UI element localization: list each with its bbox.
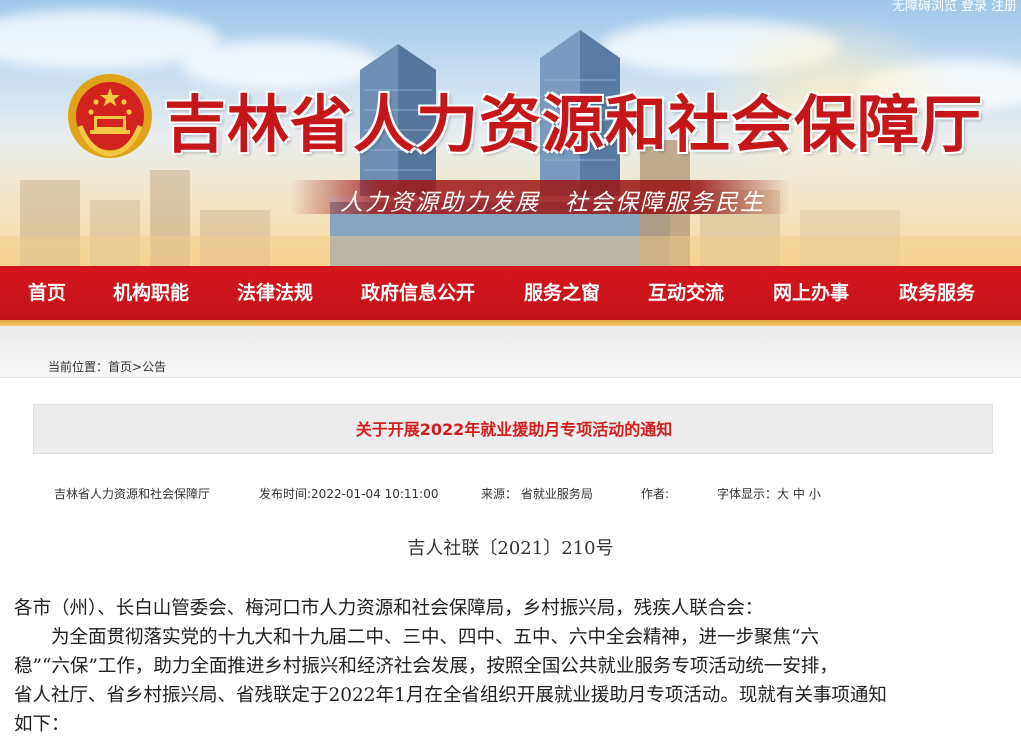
font-size-large-button[interactable]: 大 [777, 487, 789, 501]
font-size-medium-button[interactable]: 中 [793, 487, 805, 501]
nav-item-interaction[interactable]: 互动交流 [648, 266, 724, 322]
site-title: 吉林省人力资源和社会保障厅 [164, 88, 984, 161]
article-title-box: 关于开展2022年就业援助月专项活动的通知 [33, 404, 993, 454]
author-label: 作者: [641, 487, 670, 501]
article-title: 关于开展2022年就业援助月专项活动的通知 [355, 420, 673, 439]
publisher-label: 吉林省人力资源和社会保障厅 [54, 487, 211, 501]
login-link[interactable]: 登录 [961, 0, 987, 14]
main-nav: 首页 机构职能 法律法规 政府信息公开 服务之窗 互动交流 网上办事 政务服务 [0, 266, 1021, 322]
nav-item-services[interactable]: 服务之窗 [524, 266, 600, 322]
source-label: 来源： 省就业服务局 [481, 487, 593, 501]
font-size-small-button[interactable]: 小 [809, 487, 821, 501]
nav-item-government-services[interactable]: 政务服务 [899, 266, 975, 322]
slogan: 人力资源助力发展 社会保障服务民生 [340, 190, 765, 216]
register-link[interactable]: 注册 [991, 0, 1017, 14]
breadcrumb-prefix: 当前位置： [48, 360, 109, 374]
breadcrumb: 当前位置：首页>公告 [48, 358, 166, 375]
nav-item-functions[interactable]: 机构职能 [113, 266, 189, 322]
breadcrumb-separator: > [132, 360, 143, 374]
nav-item-online[interactable]: 网上办事 [773, 266, 849, 322]
body-line: 稳”“六保”工作，助力全面推进乡村振兴和经济社会发展，按照全国公共就业服务专项活… [14, 656, 838, 677]
nav-item-laws[interactable]: 法律法规 [237, 266, 313, 322]
nav-item-home[interactable]: 首页 [28, 266, 66, 322]
body-line: 如下： [14, 714, 70, 735]
font-size-label: 字体显示： [717, 487, 778, 501]
national-emblem-icon [68, 74, 152, 158]
body-line: 为全面贯彻落实党的十九大和十九届二中、三中、四中、五中、六中全会精神，进一步聚焦… [14, 627, 819, 648]
font-size-control: 字体显示：大 中 小 [717, 485, 821, 502]
publish-time: 发布时间:2022-01-04 10:11:00 [259, 487, 439, 501]
header-banner: 无障碍浏览 登录 注册 吉林省人力资源和社会保障厅 人力资源助力发展 社会保障服务民… [0, 0, 1021, 266]
nav-item-disclosure[interactable]: 政府信息公开 [361, 266, 475, 322]
breadcrumb-home-link[interactable]: 首页 [108, 360, 132, 374]
body-line: 省人社厅、省乡村振兴局、省残联定于2022年1月在全省组织开展就业援助月专项活动… [14, 685, 887, 706]
top-links: 无障碍浏览 登录 注册 [888, 0, 1017, 16]
body-line: 各市（州）、长白山管委会、梅河口市人力资源和社会保障局，乡村振兴局，残疾人联合会… [14, 598, 764, 619]
accessibility-link[interactable]: 无障碍浏览 [892, 0, 957, 14]
breadcrumb-current-link[interactable]: 公告 [142, 360, 166, 374]
document-number: 吉人社联〔2021〕210号 [407, 538, 614, 559]
